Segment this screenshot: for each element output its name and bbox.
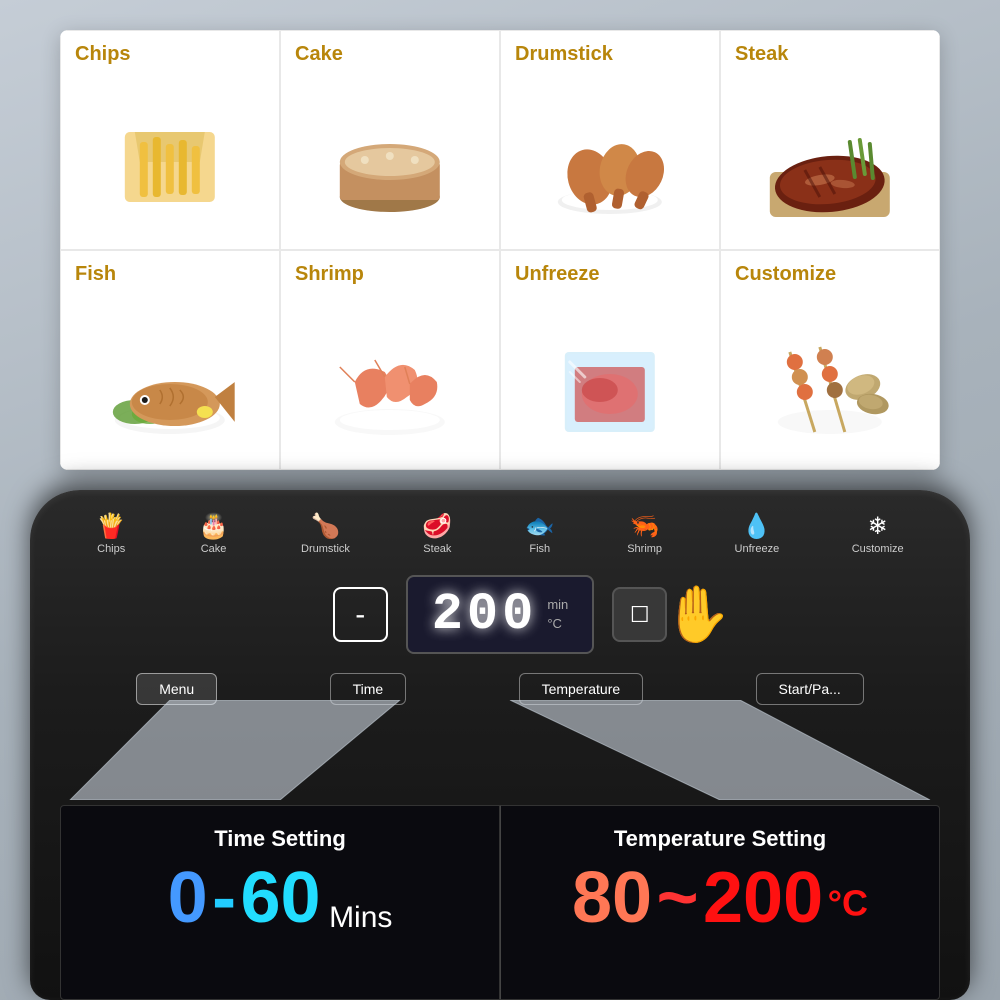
food-image-steak bbox=[743, 86, 917, 250]
food-image-shrimp bbox=[303, 306, 477, 470]
minus-button[interactable]: - bbox=[333, 587, 388, 642]
time-setting-title: Time Setting bbox=[85, 826, 475, 852]
food-label-drumstick: Drumstick bbox=[515, 43, 613, 66]
mode-unfreeze[interactable]: 💧 Unfreeze bbox=[735, 515, 780, 555]
mode-drumstick[interactable]: 🍗 Drumstick bbox=[301, 515, 350, 555]
mode-customize[interactable]: ❄ Customize bbox=[852, 515, 904, 555]
food-cell-unfreeze[interactable]: Unfreeze bbox=[500, 250, 720, 470]
food-label-shrimp: Shrimp bbox=[295, 263, 364, 286]
food-grid: Chips Cake bbox=[60, 30, 940, 470]
food-cell-customize[interactable]: Customize bbox=[720, 250, 940, 470]
time-range-unit: Mins bbox=[329, 901, 392, 934]
cake-icon: 🎂 bbox=[199, 515, 229, 539]
temp-range-unit: °C bbox=[828, 883, 868, 924]
shrimp-icon-label: Shrimp bbox=[627, 543, 662, 555]
time-setting-panel: Time Setting 0 - 60 Mins bbox=[60, 805, 500, 1000]
food-label-steak: Steak bbox=[735, 43, 788, 66]
food-label-chips: Chips bbox=[75, 43, 131, 66]
food-image-chips bbox=[83, 86, 257, 250]
food-image-unfreeze bbox=[523, 306, 697, 470]
food-image-cake bbox=[303, 86, 477, 250]
food-label-customize: Customize bbox=[735, 263, 836, 286]
food-label-fish: Fish bbox=[75, 263, 116, 286]
food-cell-shrimp[interactable]: Shrimp bbox=[280, 250, 500, 470]
time-range-start: 0 bbox=[168, 858, 208, 938]
unit-labels: min °C bbox=[547, 596, 568, 632]
temp-setting-value: 80 ~ 200 °C bbox=[525, 862, 915, 934]
drumstick-icon: 🍗 bbox=[311, 515, 341, 539]
mode-chips[interactable]: 🍟 Chips bbox=[96, 515, 126, 555]
food-image-customize bbox=[743, 306, 917, 470]
plus-button[interactable]: ☐ bbox=[612, 587, 667, 642]
food-cell-fish[interactable]: Fish bbox=[60, 250, 280, 470]
time-button[interactable]: Time bbox=[330, 673, 407, 705]
unit-temp: °C bbox=[547, 615, 568, 633]
food-label-unfreeze: Unfreeze bbox=[515, 263, 599, 286]
plus-button-container: ☐ 🤚 bbox=[612, 587, 667, 642]
temp-range-end: 200 bbox=[703, 858, 823, 938]
food-grid-panel: Chips Cake bbox=[60, 30, 940, 470]
control-buttons-row: Menu Time Temperature Start/Pa... bbox=[0, 669, 1000, 709]
time-range-end: 60 bbox=[241, 858, 321, 938]
cake-icon-label: Cake bbox=[201, 543, 227, 555]
mode-shrimp[interactable]: 🦐 Shrimp bbox=[627, 515, 662, 555]
temperature-display: 200 min °C bbox=[406, 575, 595, 654]
mode-icons-row: 🍟 Chips 🎂 Cake 🍗 Drumstick 🥩 Steak 🐟 Fis… bbox=[0, 490, 1000, 560]
temp-setting-title: Temperature Setting bbox=[525, 826, 915, 852]
fish-icon-label: Fish bbox=[529, 543, 550, 555]
mode-cake[interactable]: 🎂 Cake bbox=[199, 515, 229, 555]
temp-setting-panel: Temperature Setting 80 ~ 200 °C bbox=[500, 805, 940, 1000]
temp-range-sep: ~ bbox=[657, 858, 699, 938]
time-range-dash: - bbox=[212, 858, 236, 938]
chips-icon-label: Chips bbox=[97, 543, 125, 555]
unfreeze-icon-label: Unfreeze bbox=[735, 543, 780, 555]
food-cell-cake[interactable]: Cake bbox=[280, 30, 500, 250]
unfreeze-icon: 💧 bbox=[742, 515, 772, 539]
food-cell-chips[interactable]: Chips bbox=[60, 30, 280, 250]
food-cell-steak[interactable]: Steak bbox=[720, 30, 940, 250]
main-container: Chips Cake bbox=[0, 0, 1000, 1000]
menu-button[interactable]: Menu bbox=[136, 673, 217, 705]
steak-icon-label: Steak bbox=[423, 543, 451, 555]
display-row: - 200 min °C ☐ 🤚 bbox=[0, 560, 1000, 669]
start-pause-button[interactable]: Start/Pa... bbox=[756, 673, 864, 705]
food-label-cake: Cake bbox=[295, 43, 343, 66]
unit-time: min bbox=[547, 596, 568, 614]
customize-icon-label: Customize bbox=[852, 543, 904, 555]
food-image-fish bbox=[83, 306, 257, 470]
drumstick-icon-label: Drumstick bbox=[301, 543, 350, 555]
food-image-drumstick bbox=[523, 86, 697, 250]
mode-steak[interactable]: 🥩 Steak bbox=[422, 515, 452, 555]
hand-pointer-icon: 🤚 bbox=[662, 582, 730, 647]
temperature-button[interactable]: Temperature bbox=[519, 673, 644, 705]
customize-icon: ❄ bbox=[868, 515, 888, 539]
shrimp-icon: 🦐 bbox=[630, 515, 660, 539]
temp-range-start: 80 bbox=[572, 858, 652, 938]
fish-icon: 🐟 bbox=[525, 515, 555, 539]
food-cell-drumstick[interactable]: Drumstick bbox=[500, 30, 720, 250]
temperature-value: 200 bbox=[432, 585, 538, 644]
bottom-panels: Time Setting 0 - 60 Mins Temperature Set… bbox=[60, 805, 940, 1000]
mode-fish[interactable]: 🐟 Fish bbox=[525, 515, 555, 555]
steak-icon: 🥩 bbox=[422, 515, 452, 539]
chips-icon: 🍟 bbox=[96, 515, 126, 539]
time-setting-value: 0 - 60 Mins bbox=[85, 862, 475, 934]
